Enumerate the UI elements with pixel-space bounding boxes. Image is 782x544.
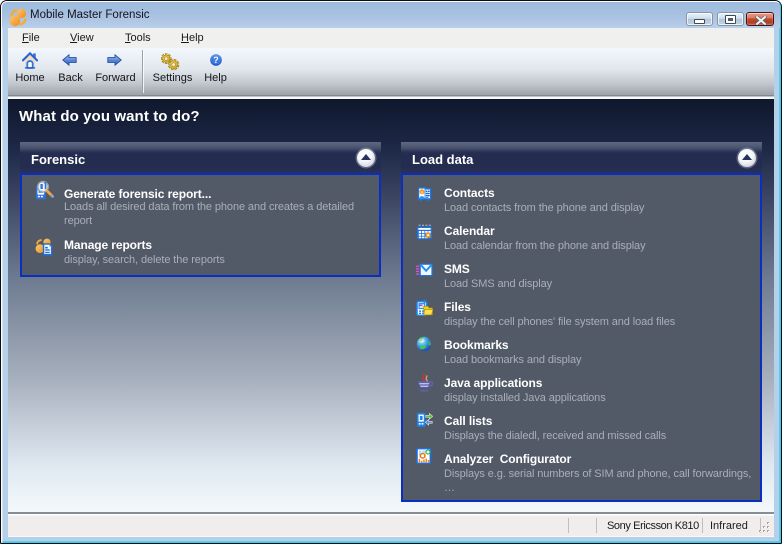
svg-text:?: ? bbox=[213, 55, 219, 65]
